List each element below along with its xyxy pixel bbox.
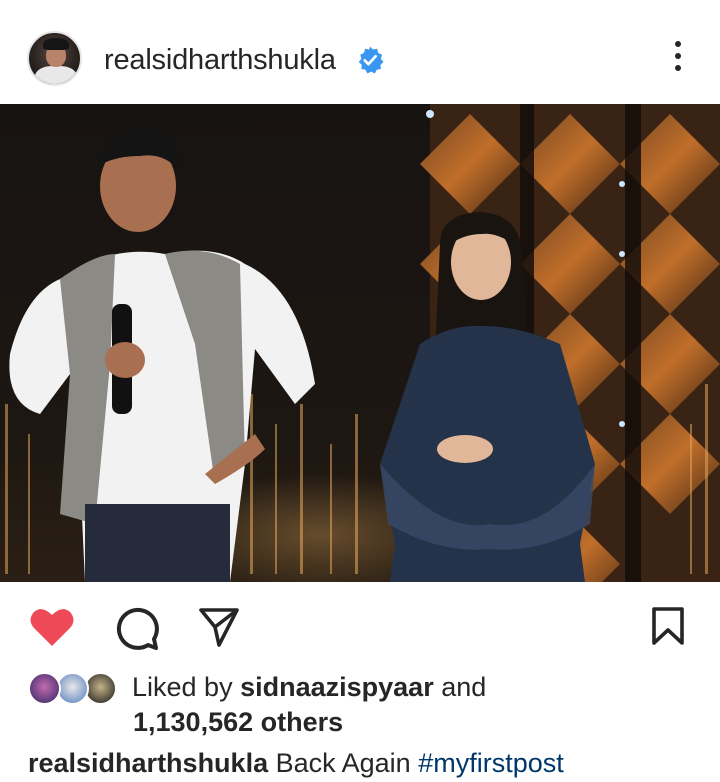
send-paper-plane-icon[interactable] [197, 605, 241, 649]
profile-avatar[interactable] [27, 31, 82, 86]
liked-by-and: and [441, 672, 487, 702]
likes-count-link[interactable]: 1,130,562 others [133, 707, 343, 738]
avatar-body-shape [35, 66, 77, 84]
liker-avatar-1[interactable] [28, 672, 61, 705]
caption-text: Back Again [275, 748, 411, 778]
post-caption: realsidharthshukla Back Again #myfirstpo… [28, 748, 564, 779]
avatar-hair-shape [43, 38, 69, 50]
verified-badge-icon [358, 46, 384, 74]
caption-hashtag[interactable]: #myfirstpost [418, 748, 564, 778]
post-photo[interactable] [0, 104, 720, 582]
post-username[interactable]: realsidharthshukla [104, 44, 336, 77]
liked-by-user-link[interactable]: sidnaazispyaar [240, 672, 434, 702]
bookmark-icon[interactable] [650, 606, 686, 646]
stage-photo-illustration [0, 104, 720, 582]
more-vertical-icon[interactable] [664, 38, 692, 74]
likes-summary: Liked by sidnaazispyaar and [28, 670, 708, 706]
caption-username[interactable]: realsidharthshukla [28, 748, 268, 778]
heart-filled-icon[interactable] [29, 606, 75, 648]
liked-by-text: Liked by sidnaazispyaar and [132, 672, 486, 703]
post-header: realsidharthshukla [0, 0, 720, 104]
liked-by-prefix: Liked by [132, 672, 233, 702]
comment-bubble-icon[interactable] [114, 605, 160, 651]
